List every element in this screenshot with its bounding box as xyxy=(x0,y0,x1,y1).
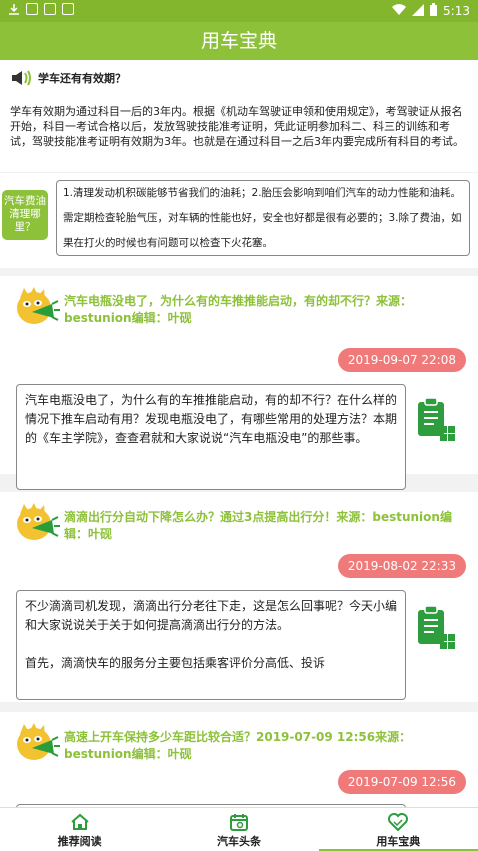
tab-label: 推荐阅读 xyxy=(57,835,102,848)
document-icon[interactable] xyxy=(416,604,456,654)
article-title[interactable]: 滴滴出行分自动下降怎么办？通过3点提高出行分！来源：bestunion编辑：叶砚 xyxy=(64,509,469,543)
tab-label: 用车宝典 xyxy=(376,835,421,848)
download-icon xyxy=(8,3,20,19)
tab-label: 汽车头条 xyxy=(216,835,261,848)
bottom-tab-bar: 推荐阅读 汽车头条 用车宝典 xyxy=(0,807,478,851)
wifi-icon xyxy=(392,3,407,19)
article-time-badge: 2019-08-02 22:33 xyxy=(337,554,466,578)
article-summary[interactable]: 汽车电瓶没电了，为什么有的车推推能启动，有的却不行？在什么样的情况下推车启动有用… xyxy=(16,384,406,490)
article-card[interactable]: 汽车电瓶没电了，为什么有的车推推能启动，有的却不行？来源：bestunion编辑… xyxy=(0,276,478,490)
article-summary[interactable]: 不少滴滴司机发现，滴滴出行分老往下走，这是怎么回事呢？今天小编和大家说说关于关于… xyxy=(16,590,406,700)
home-icon xyxy=(0,811,159,833)
tip-tag: 汽车费油清理哪里？ xyxy=(2,190,48,240)
tip-text: 1.清理发动机积碳能够节省我们的油耗；2.胎压会影响到咱们汽车的动力性能和油耗。… xyxy=(56,180,470,256)
question-title: 学车还有有效期？ xyxy=(38,72,126,85)
heart-icon xyxy=(319,811,478,833)
tab-car-guide[interactable]: 用车宝典 xyxy=(318,808,478,851)
document-icon[interactable] xyxy=(416,396,456,446)
page-title: 用车宝典 xyxy=(200,30,277,52)
answer-text: 学车有效期为通过科目一后的3年内。根据《机动车驾驶证申领和使用规定》，考驾驶证从… xyxy=(10,105,464,148)
article-title[interactable]: 汽车电瓶没电了，为什么有的车推推能启动，有的却不行？来源：bestunion编辑… xyxy=(64,293,469,327)
article-card[interactable]: 高速上开车保持多少车距比较合适？2019-07-09 12:56来源：bestu… xyxy=(0,712,478,807)
speaker-icon xyxy=(10,69,32,87)
app-icon xyxy=(62,3,74,15)
question-line: 学车还有有效期？ xyxy=(10,66,468,90)
article-time-badge: 2019-07-09 12:56 xyxy=(337,770,466,794)
app-icon xyxy=(44,3,56,15)
article-title[interactable]: 高速上开车保持多少车距比较合适？2019-07-09 12:56来源：bestu… xyxy=(64,729,469,763)
mascot-icon xyxy=(14,722,60,764)
battery-icon xyxy=(430,3,438,19)
status-bar: 5:13 xyxy=(0,0,478,22)
notification-icons xyxy=(8,3,74,19)
status-time: 5:13 xyxy=(443,4,470,18)
signal-icon xyxy=(412,3,425,19)
mascot-icon xyxy=(14,502,60,544)
article-time-badge: 2019-09-07 22:08 xyxy=(337,348,466,372)
system-icons: 5:13 xyxy=(392,3,470,19)
app-bar: 用车宝典 xyxy=(0,22,478,60)
tab-recommended[interactable]: 推荐阅读 xyxy=(0,808,159,851)
article-card[interactable]: 滴滴出行分自动下降怎么办？通过3点提高出行分！来源：bestunion编辑：叶砚… xyxy=(0,492,478,702)
calendar-icon xyxy=(159,811,318,833)
content-scroll[interactable]: 学车还有有效期？ 学车有效期为通过科目一后的3年内。根据《机动车驾驶证申领和使用… xyxy=(0,60,478,807)
mascot-icon xyxy=(14,286,60,328)
app-icon xyxy=(26,3,38,15)
tab-headlines[interactable]: 汽车头条 xyxy=(159,808,318,851)
